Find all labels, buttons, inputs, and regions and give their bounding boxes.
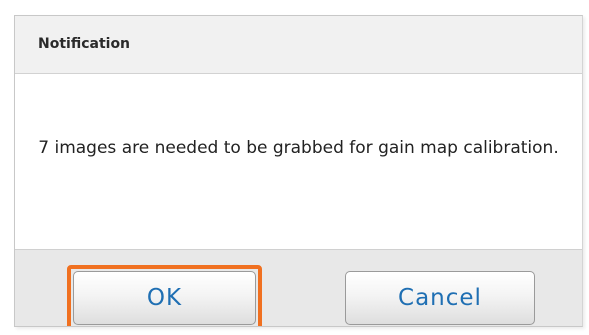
dialog-message: 7 images are needed to be grabbed for ga… bbox=[38, 138, 559, 158]
notification-dialog: Notification 7 images are needed to be g… bbox=[14, 15, 583, 327]
dialog-titlebar: Notification bbox=[15, 16, 582, 74]
dialog-footer: OK Cancel bbox=[15, 249, 582, 326]
cancel-button[interactable]: Cancel bbox=[345, 271, 535, 325]
dialog-title: Notification bbox=[38, 36, 131, 52]
ok-button[interactable]: OK bbox=[73, 271, 256, 325]
dialog-body: 7 images are needed to be grabbed for ga… bbox=[15, 74, 582, 249]
